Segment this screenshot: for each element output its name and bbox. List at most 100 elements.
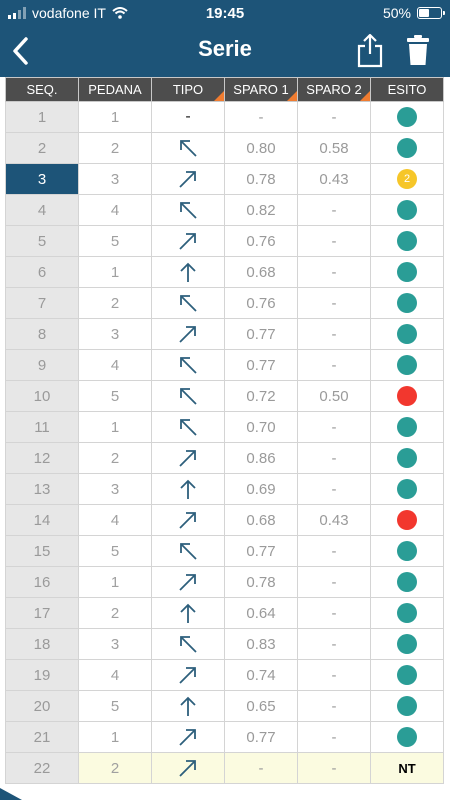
cell-seq[interactable]: 22 — [5, 752, 79, 784]
cell-sparo1[interactable]: - — [224, 752, 298, 784]
cell-esito[interactable] — [370, 473, 444, 505]
cell-sparo1[interactable]: - — [224, 101, 298, 133]
cell-esito[interactable] — [370, 256, 444, 288]
cell-sparo2[interactable]: - — [297, 256, 371, 288]
cell-sparo2[interactable]: 0.43 — [297, 504, 371, 536]
cell-sparo1[interactable]: 0.74 — [224, 659, 298, 691]
cell-sparo1[interactable]: 0.82 — [224, 194, 298, 226]
cell-seq[interactable]: 10 — [5, 380, 79, 412]
series-table-container[interactable]: SEQ. PEDANA TIPO SPARO 1 SPARO 2 ESITO 1… — [0, 77, 450, 800]
cell-pedana[interactable]: 1 — [78, 411, 152, 443]
table-row[interactable]: 8 3 0.77- — [5, 318, 444, 350]
cell-pedana[interactable]: 5 — [78, 380, 152, 412]
table-row[interactable]: 14 4 0.68 0.43 — [5, 504, 444, 536]
cell-pedana[interactable]: 3 — [78, 473, 152, 505]
cell-sparo1[interactable]: 0.76 — [224, 225, 298, 257]
cell-seq[interactable]: 6 — [5, 256, 79, 288]
cell-esito[interactable] — [370, 535, 444, 567]
cell-sparo2[interactable]: - — [297, 194, 371, 226]
cell-pedana[interactable]: 5 — [78, 535, 152, 567]
cell-sparo2[interactable]: - — [297, 535, 371, 567]
cell-esito[interactable]: NT — [370, 752, 444, 784]
cell-tipo[interactable] — [151, 442, 225, 474]
table-row[interactable]: 5 5 0.76- — [5, 225, 444, 257]
cell-sparo2[interactable]: 0.58 — [297, 132, 371, 164]
cell-sparo2[interactable]: - — [297, 628, 371, 660]
cell-pedana[interactable]: 5 — [78, 225, 152, 257]
cell-seq[interactable]: 9 — [5, 349, 79, 381]
table-row[interactable]: 10 5 0.72 0.50 — [5, 380, 444, 412]
cell-seq[interactable]: 17 — [5, 597, 79, 629]
cell-seq[interactable]: 15 — [5, 535, 79, 567]
table-row[interactable]: 12 2 0.86- — [5, 442, 444, 474]
cell-esito[interactable] — [370, 442, 444, 474]
table-row[interactable]: 15 5 0.77- — [5, 535, 444, 567]
cell-sparo2[interactable]: - — [297, 690, 371, 722]
cell-tipo[interactable] — [151, 349, 225, 381]
cell-esito[interactable] — [370, 318, 444, 350]
cell-pedana[interactable]: 3 — [78, 163, 152, 195]
cell-esito[interactable] — [370, 504, 444, 536]
cell-seq[interactable]: 3 — [5, 163, 79, 195]
cell-sparo1[interactable]: 0.69 — [224, 473, 298, 505]
column-header-sparo2[interactable]: SPARO 2 — [297, 77, 371, 102]
cell-sparo1[interactable]: 0.77 — [224, 535, 298, 567]
cell-pedana[interactable]: 2 — [78, 132, 152, 164]
cell-tipo[interactable] — [151, 597, 225, 629]
cell-sparo2[interactable]: - — [297, 566, 371, 598]
table-row[interactable]: 11--- — [5, 101, 444, 133]
cell-esito[interactable] — [370, 101, 444, 133]
cell-tipo[interactable] — [151, 659, 225, 691]
cell-sparo1[interactable]: 0.72 — [224, 380, 298, 412]
table-row[interactable]: 11 1 0.70- — [5, 411, 444, 443]
cell-sparo1[interactable]: 0.65 — [224, 690, 298, 722]
cell-tipo[interactable] — [151, 535, 225, 567]
cell-seq[interactable]: 14 — [5, 504, 79, 536]
cell-esito[interactable] — [370, 690, 444, 722]
cell-sparo1[interactable]: 0.86 — [224, 442, 298, 474]
table-row[interactable]: 17 2 0.64- — [5, 597, 444, 629]
cell-pedana[interactable]: 2 — [78, 752, 152, 784]
cell-sparo2[interactable]: 0.43 — [297, 163, 371, 195]
cell-sparo1[interactable]: 0.80 — [224, 132, 298, 164]
trash-icon[interactable] — [405, 34, 431, 66]
cell-tipo[interactable] — [151, 163, 225, 195]
cell-seq[interactable]: 21 — [5, 721, 79, 753]
cell-seq[interactable]: 8 — [5, 318, 79, 350]
cell-esito[interactable] — [370, 628, 444, 660]
cell-sparo1[interactable]: 0.78 — [224, 566, 298, 598]
cell-tipo[interactable] — [151, 380, 225, 412]
cell-pedana[interactable]: 4 — [78, 504, 152, 536]
cell-sparo1[interactable]: 0.78 — [224, 163, 298, 195]
table-row[interactable]: 16 1 0.78- — [5, 566, 444, 598]
cell-seq[interactable]: 4 — [5, 194, 79, 226]
cell-esito[interactable] — [370, 194, 444, 226]
cell-esito[interactable] — [370, 566, 444, 598]
cell-esito[interactable] — [370, 287, 444, 319]
cell-pedana[interactable]: 1 — [78, 566, 152, 598]
cell-tipo[interactable] — [151, 256, 225, 288]
cell-pedana[interactable]: 4 — [78, 659, 152, 691]
share-icon[interactable] — [356, 32, 384, 68]
cell-sparo2[interactable]: - — [297, 659, 371, 691]
cell-tipo[interactable] — [151, 504, 225, 536]
table-row[interactable]: 4 4 0.82- — [5, 194, 444, 226]
cell-sparo2[interactable]: - — [297, 101, 371, 133]
cell-sparo1[interactable]: 0.77 — [224, 721, 298, 753]
table-row[interactable]: 13 3 0.69- — [5, 473, 444, 505]
table-row[interactable]: 21 1 0.77- — [5, 721, 444, 753]
cell-esito[interactable] — [370, 659, 444, 691]
cell-sparo2[interactable]: - — [297, 473, 371, 505]
cell-esito[interactable] — [370, 225, 444, 257]
cell-sparo1[interactable]: 0.64 — [224, 597, 298, 629]
cell-pedana[interactable]: 2 — [78, 442, 152, 474]
cell-pedana[interactable]: 2 — [78, 597, 152, 629]
cell-esito[interactable]: 2 — [370, 163, 444, 195]
cell-tipo[interactable] — [151, 690, 225, 722]
cell-pedana[interactable]: 1 — [78, 256, 152, 288]
table-row[interactable]: 18 3 0.83- — [5, 628, 444, 660]
cell-tipo[interactable] — [151, 318, 225, 350]
cell-tipo[interactable] — [151, 287, 225, 319]
cell-sparo1[interactable]: 0.83 — [224, 628, 298, 660]
table-row[interactable]: 7 2 0.76- — [5, 287, 444, 319]
